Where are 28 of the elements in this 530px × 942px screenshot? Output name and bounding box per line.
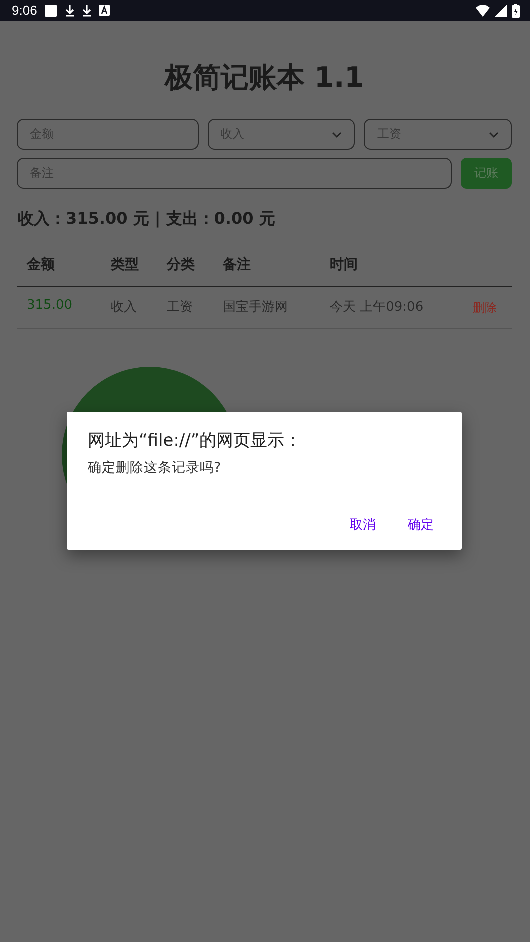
chevron-icon [332,132,342,138]
translate-icon [99,5,110,16]
dialog-title: 网址为“file://”的网页显示： [88,430,303,452]
wifi-icon [476,4,490,16]
column-header: 时间 [320,248,463,287]
download-icon [65,4,76,17]
column-header: 备注 [213,248,320,287]
signal-icon [495,4,507,16]
column-header: 类型 [101,248,157,287]
chevron-icon [488,132,499,138]
app-title: 极简记账本 1.1 [163,60,366,96]
dialog-message: 确定删除这条记录吗? [88,459,222,477]
column-header: 金额 [17,248,101,287]
clock: 9:06 [12,3,38,18]
summary-text: 收入：315.00 元 | 支出：0.00 元 [18,209,276,230]
square-icon [44,4,58,18]
amount-cell: 315.00 [17,287,101,329]
download-icon [82,4,92,17]
dialog-button[interactable]: 确定 [402,512,440,538]
table-cell: 国宝手游网 [213,287,320,329]
table-cell: 今天 上午09:06 [320,287,463,329]
delete-link[interactable]: 删除 [473,301,497,315]
table-cell: 收入 [101,287,157,329]
battery-icon [512,4,520,18]
table-cell: 工资 [157,287,213,329]
dialog-button[interactable]: 取消 [344,512,382,538]
column-header: 分类 [157,248,213,287]
submit-button[interactable]: 记账 [461,158,512,189]
